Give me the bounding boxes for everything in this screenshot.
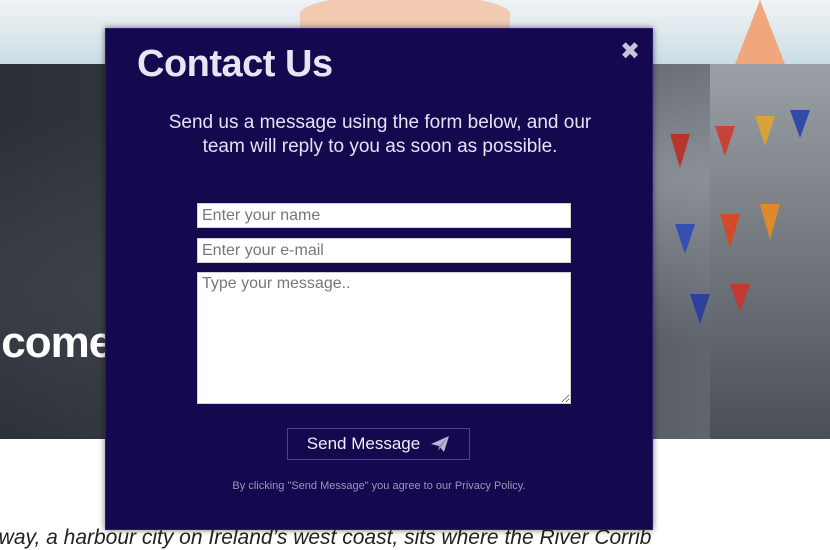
email-input[interactable] — [197, 238, 571, 263]
contact-modal: Contact Us ✖ Send us a message using the… — [105, 28, 653, 530]
send-message-label: Send Message — [306, 434, 421, 453]
modal-intro-text: Send us a message using the form below, … — [168, 112, 592, 157]
hero-bunting-flags — [660, 104, 830, 364]
message-textarea[interactable] — [197, 272, 571, 404]
paper-plane-icon — [431, 436, 450, 452]
send-message-button[interactable]: Send Message — [287, 428, 470, 460]
close-icon[interactable]: ✖ — [619, 40, 641, 64]
background-spire — [735, 0, 785, 64]
hero-title: lcome — [0, 318, 113, 367]
modal-title: Contact Us — [137, 43, 333, 85]
name-input[interactable] — [197, 203, 571, 228]
privacy-disclaimer: By clicking "Send Message" you agree to … — [232, 480, 526, 492]
